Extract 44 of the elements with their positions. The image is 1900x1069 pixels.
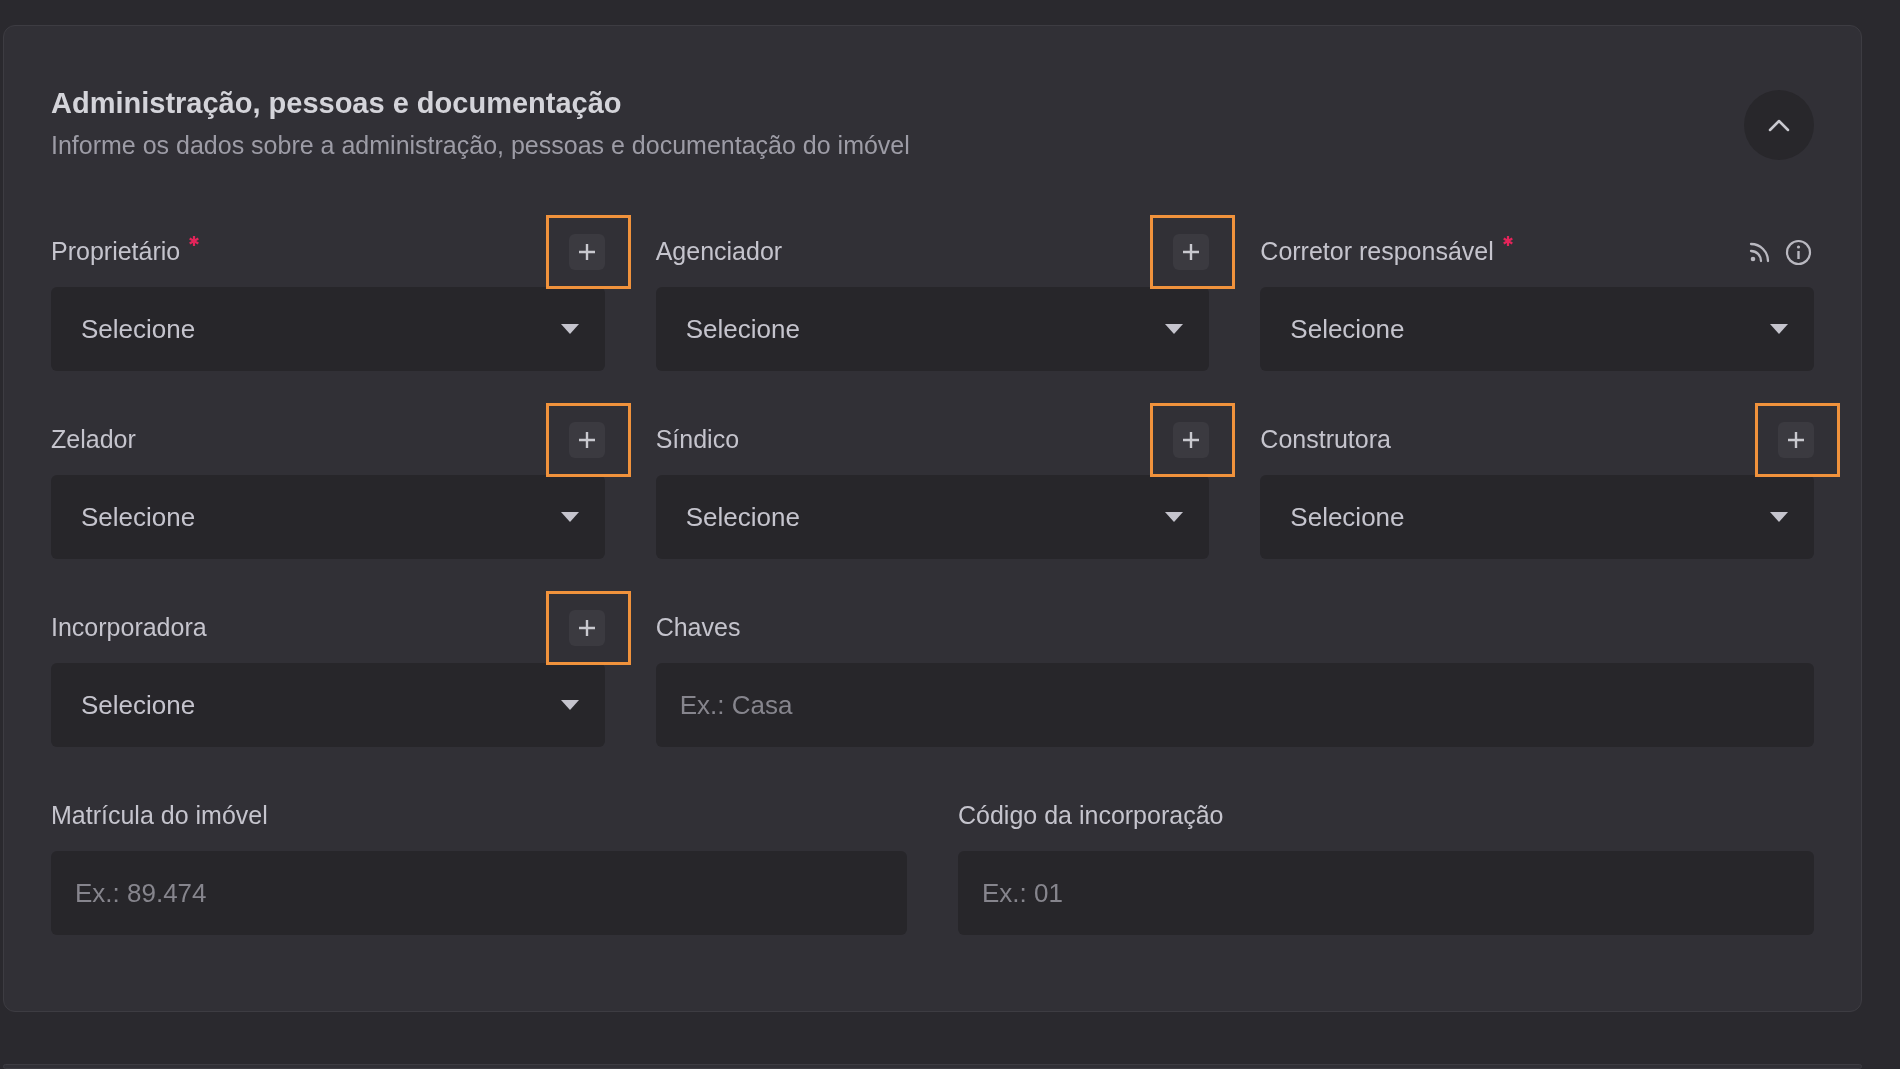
field-label: Agenciador [655,236,783,268]
select-field[interactable]: Selecione [1260,287,1814,371]
select-field[interactable]: Selecione [655,287,1210,371]
dropdown-caret-icon [560,512,579,522]
add-button[interactable] [1173,422,1210,458]
add-button[interactable] [568,610,605,646]
field-label: Corretor responsável [1260,236,1494,268]
field-label: Construtora [1260,424,1391,456]
field-label: Síndico [655,424,740,456]
field-label: Zelador [51,424,136,456]
dropdown-caret-icon [560,700,579,710]
chevron-up-icon [1768,118,1790,132]
field-label: Incorporadora [51,612,207,644]
select-field[interactable]: Selecione [1260,475,1814,559]
dropdown-caret-icon [1770,324,1788,334]
add-button[interactable] [1173,234,1210,270]
plus-icon [1182,431,1201,449]
field-label: Proprietário [51,236,181,268]
add-button[interactable] [568,234,605,270]
field-label: Chaves [655,612,741,644]
input-field[interactable]: Ex.: 89.474 [51,851,907,935]
plus-icon [577,431,596,449]
select-field[interactable]: Selecione [655,475,1210,559]
input-field[interactable]: Ex.: Casa [655,663,1814,747]
field-label: Matrícula do imóvel [51,800,268,832]
select-field[interactable]: Selecione [51,663,605,747]
plus-icon [1787,431,1805,449]
plus-icon [577,619,596,637]
section-subtitle: Informe os dados sobre a administração, pessoas e documentação do imóvel [51,130,910,160]
dropdown-caret-icon [1165,324,1184,334]
add-button[interactable] [1778,422,1814,458]
info-icon[interactable] [1785,238,1812,266]
plus-icon [577,243,596,261]
add-button[interactable] [568,422,605,458]
input-field[interactable]: Ex.: 01 [958,851,1814,935]
dropdown-caret-icon [560,324,579,334]
section-title: Administração, pessoas e documentação [51,86,623,120]
dropdown-caret-icon [1770,512,1788,522]
select-field[interactable]: Selecione [51,287,605,371]
field-label: Código da incorporação [958,800,1224,832]
select-field[interactable]: Selecione [51,475,605,559]
rss-feed-icon[interactable] [1749,241,1771,263]
plus-icon [1182,243,1201,261]
dropdown-caret-icon [1165,512,1184,522]
